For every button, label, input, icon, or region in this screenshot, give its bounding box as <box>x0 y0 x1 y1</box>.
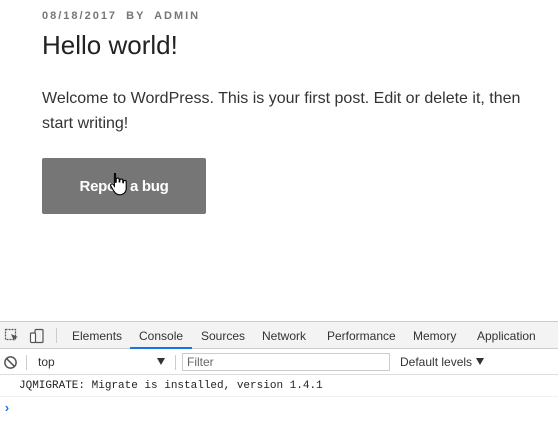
post-meta: 08/18/2017 BY ADMIN <box>42 10 200 22</box>
post-date[interactable]: 08/18/2017 <box>42 10 117 22</box>
tab-performance[interactable]: Performance <box>319 322 405 349</box>
tab-elements[interactable]: Elements <box>64 322 130 349</box>
context-selector[interactable]: top <box>38 350 55 375</box>
console-message-text: JQMIGRATE: Migrate is installed, version… <box>19 380 323 392</box>
filter-input[interactable] <box>182 353 390 371</box>
console-message: JQMIGRATE: Migrate is installed, version… <box>0 376 558 397</box>
toolbar-divider <box>175 355 176 370</box>
devtools-tab-bar: Elements Console Sources Network Perform… <box>0 322 558 349</box>
toolbar-divider <box>56 328 57 343</box>
post-body: Welcome to WordPress. This is your first… <box>42 90 521 132</box>
tab-memory[interactable]: Memory <box>405 322 469 349</box>
inspect-element-icon[interactable] <box>4 328 20 344</box>
clear-console-icon[interactable] <box>3 355 18 370</box>
device-toolbar-icon[interactable] <box>29 328 45 344</box>
toolbar-divider <box>26 355 27 370</box>
post-title[interactable]: Hello world! <box>42 30 178 61</box>
tab-sources[interactable]: Sources <box>193 322 255 349</box>
post-by-label: BY <box>126 10 146 22</box>
devtools-panel: Elements Console Sources Network Perform… <box>0 321 558 439</box>
tab-application[interactable]: Application <box>469 322 558 349</box>
report-bug-button[interactable]: Report a bug <box>42 158 206 214</box>
context-dropdown-icon[interactable] <box>157 358 165 365</box>
log-levels-label: Default levels <box>400 355 473 369</box>
tab-console[interactable]: Console <box>130 322 192 349</box>
tab-network[interactable]: Network <box>255 322 319 349</box>
log-levels-dropdown[interactable]: Default levels <box>400 350 485 375</box>
console-toolbar: top Default levels <box>0 350 558 375</box>
chevron-down-icon <box>476 358 485 365</box>
console-prompt-icon[interactable]: › <box>3 401 11 416</box>
post-author[interactable]: ADMIN <box>154 10 200 22</box>
